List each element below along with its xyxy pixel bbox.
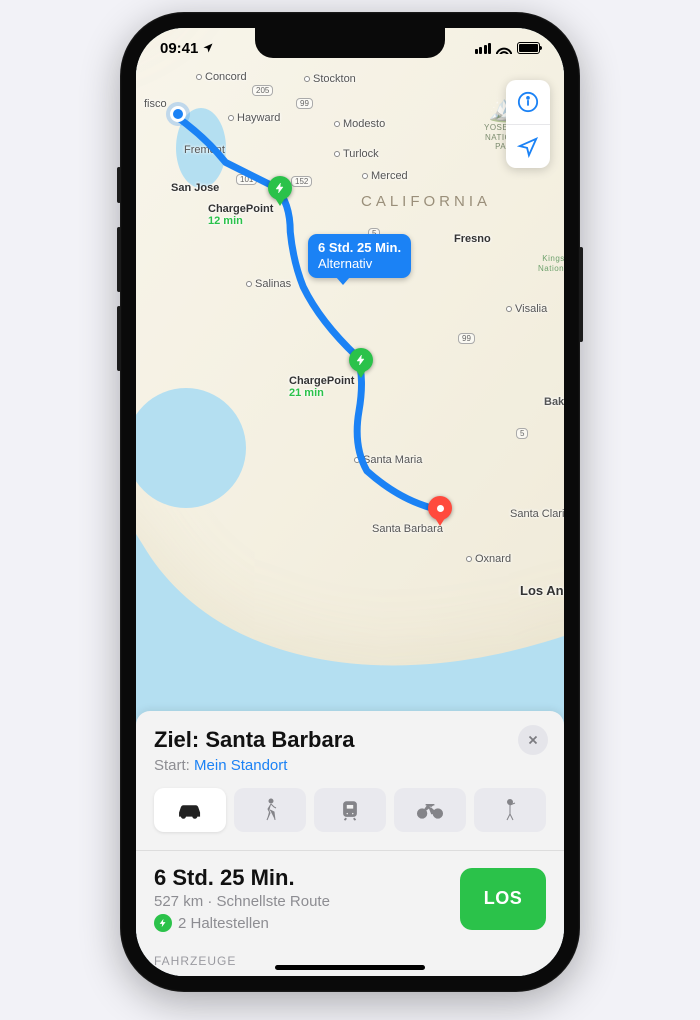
charge-1-time: 12 min bbox=[208, 215, 273, 227]
city-modesto: Modesto bbox=[334, 118, 385, 130]
region-label: CALIFORNIA bbox=[361, 193, 491, 210]
city-santamaria: Santa Maria bbox=[354, 454, 422, 466]
start-location-link[interactable]: Mein Standort bbox=[194, 757, 287, 774]
go-button[interactable]: LOS bbox=[460, 868, 546, 930]
mode-rideshare[interactable] bbox=[474, 788, 546, 832]
city-turlock: Turlock bbox=[334, 148, 379, 160]
route-callout[interactable]: 6 Std. 25 Min. Alternativ bbox=[308, 234, 411, 278]
city-losangeles: Los Ang bbox=[520, 583, 564, 598]
city-santaclarit: Santa Clarit bbox=[510, 508, 564, 520]
location-services-icon bbox=[202, 42, 214, 54]
mode-walk[interactable] bbox=[234, 788, 306, 832]
city-stockton: Stockton bbox=[304, 73, 356, 85]
callout-kind: Alternativ bbox=[318, 256, 401, 272]
city-bakersfield: Bak bbox=[544, 396, 564, 408]
city-sf: fisco bbox=[144, 98, 167, 110]
device-volume-down bbox=[117, 306, 121, 371]
current-location-icon bbox=[170, 106, 186, 122]
divider bbox=[136, 850, 564, 851]
transport-modes bbox=[154, 788, 546, 832]
mode-drive[interactable] bbox=[154, 788, 226, 832]
device-notch bbox=[255, 28, 445, 58]
city-hayward: Hayward bbox=[228, 112, 280, 124]
screen: 09:41 CALIFORNIA 🏔️ YOSEMITE NATIONAL PA… bbox=[136, 28, 564, 976]
city-salinas: Salinas bbox=[246, 278, 291, 290]
destination-pin-icon[interactable] bbox=[428, 496, 452, 520]
device-mute-switch bbox=[117, 167, 121, 203]
city-oxnard: Oxnard bbox=[466, 553, 511, 565]
mode-bike[interactable] bbox=[394, 788, 466, 832]
recenter-button[interactable] bbox=[506, 124, 550, 168]
city-santabarbara: Santa Barbara bbox=[372, 523, 443, 535]
start-label: Start: bbox=[154, 757, 190, 774]
hwy-shield-4: 152 bbox=[291, 176, 312, 187]
hwy-shield-6: 99 bbox=[458, 333, 475, 344]
device-power-button bbox=[579, 247, 583, 342]
ev-bolt-icon bbox=[154, 914, 172, 932]
city-fremont: Fremont bbox=[184, 144, 225, 156]
callout-eta: 6 Std. 25 Min. bbox=[318, 240, 401, 256]
hwy-shield-3: 101 bbox=[236, 174, 257, 185]
battery-icon bbox=[517, 42, 540, 54]
result-stops: 2 Haltestellen bbox=[178, 915, 269, 932]
result-meta: 527 km · Schnellste Route bbox=[154, 893, 330, 910]
park-label-kings: Kings Natione bbox=[538, 254, 564, 273]
city-merced: Merced bbox=[362, 170, 408, 182]
close-button[interactable] bbox=[518, 725, 548, 755]
charge-2-time: 21 min bbox=[289, 387, 354, 399]
cell-signal-icon bbox=[475, 43, 492, 54]
destination-title: Ziel: Santa Barbara bbox=[154, 727, 546, 753]
charge-pin-2-icon[interactable] bbox=[349, 348, 373, 372]
charge-2-name: ChargePoint bbox=[289, 375, 354, 387]
device-frame: 09:41 CALIFORNIA 🏔️ YOSEMITE NATIONAL PA… bbox=[120, 12, 580, 992]
status-time: 09:41 bbox=[160, 40, 214, 57]
route-result[interactable]: 6 Std. 25 Min. 527 km · Schnellste Route… bbox=[154, 865, 546, 932]
charge-pin-1-icon[interactable] bbox=[268, 176, 292, 200]
charge-1-name: ChargePoint bbox=[208, 203, 273, 215]
map-controls bbox=[506, 80, 550, 168]
hwy-shield-2: 99 bbox=[296, 98, 313, 109]
directions-sheet[interactable]: Ziel: Santa Barbara Start: Mein Standort bbox=[136, 711, 564, 976]
city-concord: Concord bbox=[196, 71, 247, 83]
city-visalia: Visalia bbox=[506, 303, 547, 315]
mode-transit[interactable] bbox=[314, 788, 386, 832]
info-button[interactable] bbox=[506, 80, 550, 124]
result-eta: 6 Std. 25 Min. bbox=[154, 865, 330, 891]
hwy-shield-1: 205 bbox=[252, 85, 273, 96]
home-indicator[interactable] bbox=[275, 965, 425, 970]
wifi-icon bbox=[496, 42, 512, 54]
device-volume-up bbox=[117, 227, 121, 292]
city-sanjose: San Jose bbox=[171, 182, 219, 194]
city-fresno: Fresno bbox=[454, 233, 491, 245]
hwy-shield-7: 5 bbox=[516, 428, 528, 439]
